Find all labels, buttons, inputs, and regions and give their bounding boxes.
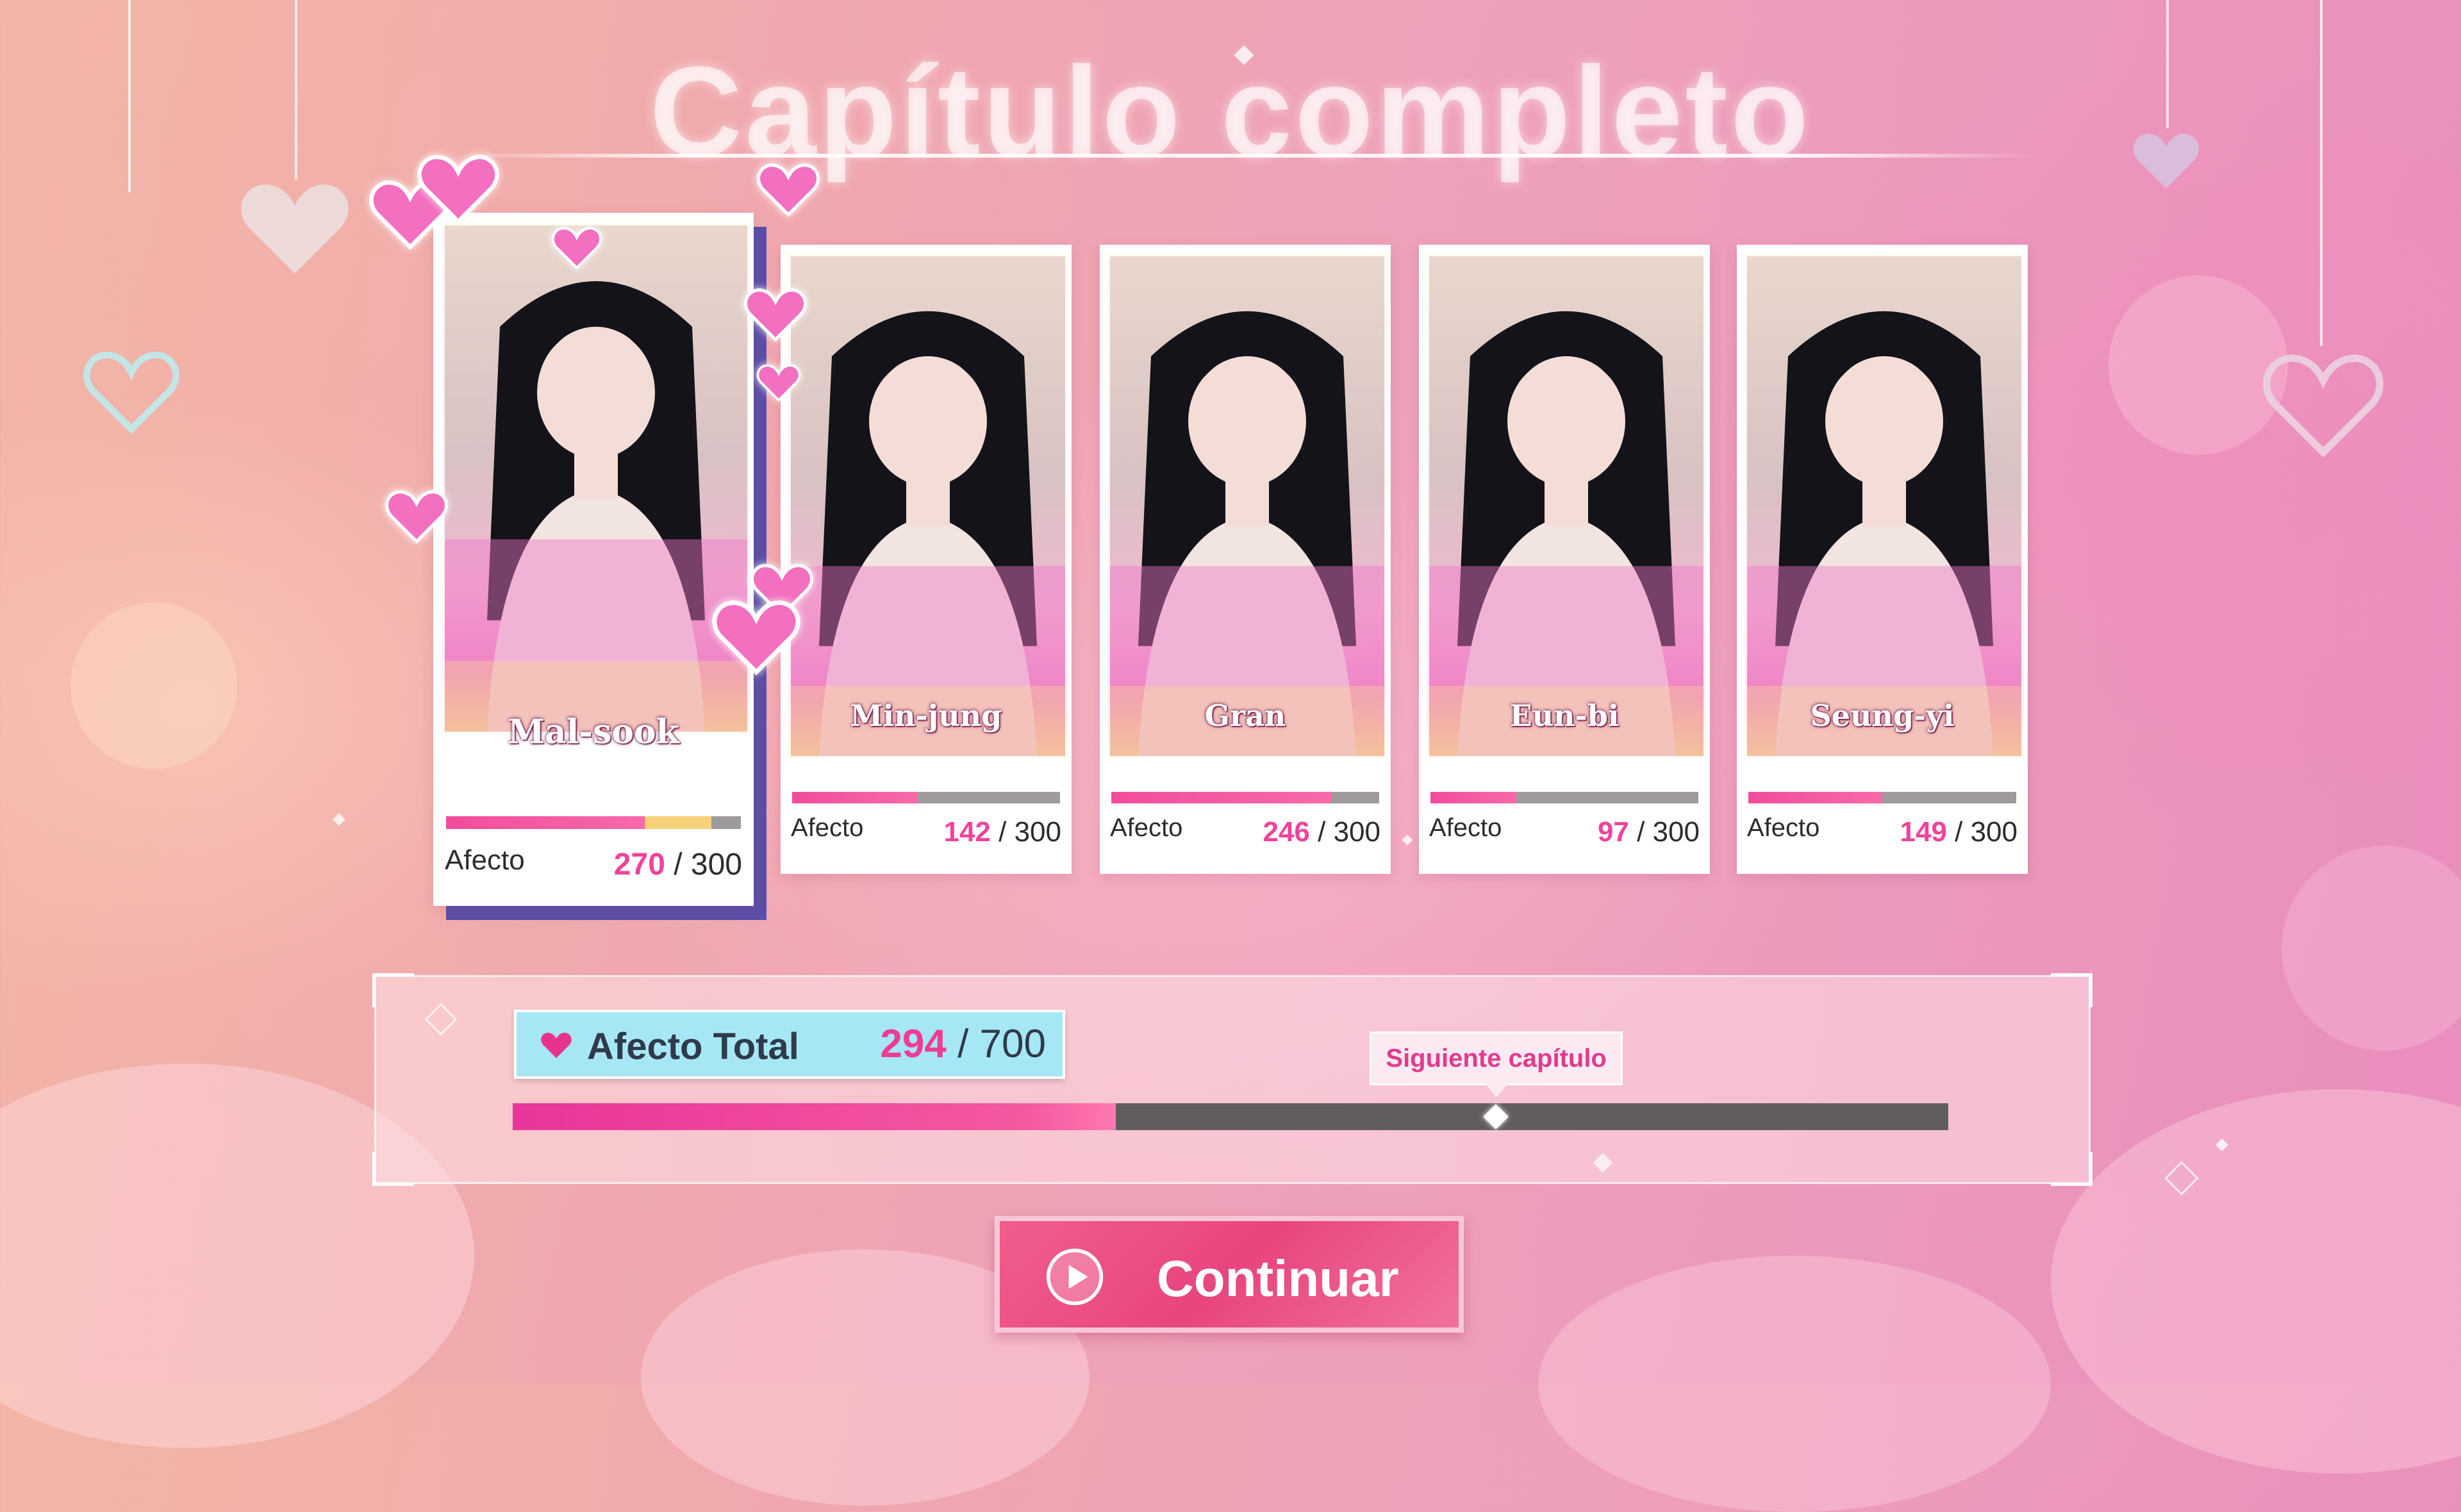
- panel-corner: [372, 1152, 414, 1186]
- character-name: Eun-bi: [1509, 698, 1620, 733]
- floating-heart-icon: [385, 490, 448, 544]
- heart-icon: [541, 1032, 572, 1058]
- character-name: Mal-sook: [508, 712, 679, 752]
- floating-heart-icon: [744, 288, 807, 342]
- affection-max: / 300: [1637, 816, 1700, 848]
- affection-bar: [1748, 792, 2016, 803]
- character-portrait-art: [445, 281, 747, 732]
- total-affection-current: 294: [880, 1022, 947, 1066]
- total-affection-value: 294 / 700: [880, 1021, 1046, 1067]
- affection-max: / 300: [998, 816, 1061, 848]
- character-name: Gran: [1204, 698, 1286, 733]
- floating-heart-icon: [417, 154, 499, 225]
- affection-value: 142 / 300: [943, 816, 1061, 848]
- total-affection-bar: [513, 1103, 1948, 1130]
- character-card[interactable]: Gran Afecto 246 / 300: [1100, 245, 1391, 874]
- floating-heart-icon: [712, 600, 800, 675]
- character-card[interactable]: Mal-sook Afecto 270 / 300: [433, 213, 754, 906]
- affection-bar: [446, 816, 741, 829]
- character-name: Min-jung: [850, 698, 1002, 733]
- character-card[interactable]: Seung-yi Afecto 149 / 300: [1737, 245, 2028, 874]
- floating-heart-icon: [756, 364, 801, 402]
- affection-max: / 300: [674, 848, 742, 882]
- affection-current: 246: [1263, 816, 1310, 848]
- total-affection-label: Afecto Total: [587, 1026, 799, 1067]
- affection-bar-fill: [446, 816, 711, 829]
- character-portrait: [1107, 254, 1387, 759]
- continue-button-label: Continuar: [1157, 1250, 1399, 1307]
- panel-corner: [2051, 973, 2092, 1007]
- affection-bar: [792, 792, 1060, 803]
- play-icon: [1046, 1248, 1104, 1306]
- total-affection-max: / 700: [957, 1022, 1046, 1066]
- affection-bar: [1111, 792, 1379, 803]
- next-chapter-tooltip: Siguiente capítulo: [1370, 1031, 1623, 1097]
- affection-bar-fill: [1748, 792, 1882, 803]
- affection-label: Afecto: [1429, 814, 1502, 842]
- floating-heart-icon: [757, 163, 820, 217]
- affection-current: 142: [943, 816, 991, 848]
- affection-current: 149: [1900, 816, 1947, 848]
- heart-icon: [241, 184, 349, 274]
- affection-value: 97 / 300: [1598, 816, 1700, 848]
- character-portrait: [1744, 254, 2024, 759]
- chapter-complete-title: Capítulo completo: [649, 40, 1812, 183]
- affection-bar: [1430, 792, 1698, 803]
- character-portrait: [1427, 254, 1706, 759]
- character-card[interactable]: Eun-bi Afecto 97 / 300: [1419, 245, 1710, 874]
- panel-corner: [2051, 1152, 2092, 1186]
- affection-bar-fill: [1430, 792, 1516, 803]
- affection-label: Afecto: [1747, 814, 1820, 842]
- affection-label: Afecto: [445, 844, 525, 876]
- affection-bar-fill: [792, 792, 918, 803]
- affection-bar-fill: [1111, 792, 1331, 803]
- floating-heart-icon: [551, 227, 602, 270]
- affection-max: / 300: [1318, 816, 1380, 848]
- heart-outline-icon: [2263, 354, 2383, 458]
- title-divider: [449, 154, 2038, 158]
- affection-value: 149 / 300: [1900, 816, 2018, 848]
- character-portrait: [442, 223, 750, 734]
- affection-label: Afecto: [1110, 814, 1183, 842]
- continue-button[interactable]: Continuar: [995, 1216, 1464, 1333]
- total-affection-bar-fill: [513, 1103, 1116, 1130]
- character-portrait: [788, 254, 1068, 759]
- panel-corner: [372, 973, 414, 1007]
- total-affection-panel: [372, 973, 2092, 1186]
- character-card[interactable]: Min-jung Afecto 142 / 300: [781, 245, 1072, 874]
- total-affection-box: Afecto Total 294 / 700: [514, 1010, 1065, 1079]
- character-name: Seung-yi: [1810, 698, 1955, 733]
- affection-max: / 300: [1955, 816, 2018, 848]
- affection-value: 246 / 300: [1263, 816, 1380, 848]
- affection-current: 97: [1597, 816, 1629, 848]
- affection-label: Afecto: [791, 814, 864, 842]
- affection-value: 270 / 300: [614, 847, 742, 882]
- affection-current: 270: [613, 848, 665, 882]
- heart-outline-icon: [83, 351, 179, 434]
